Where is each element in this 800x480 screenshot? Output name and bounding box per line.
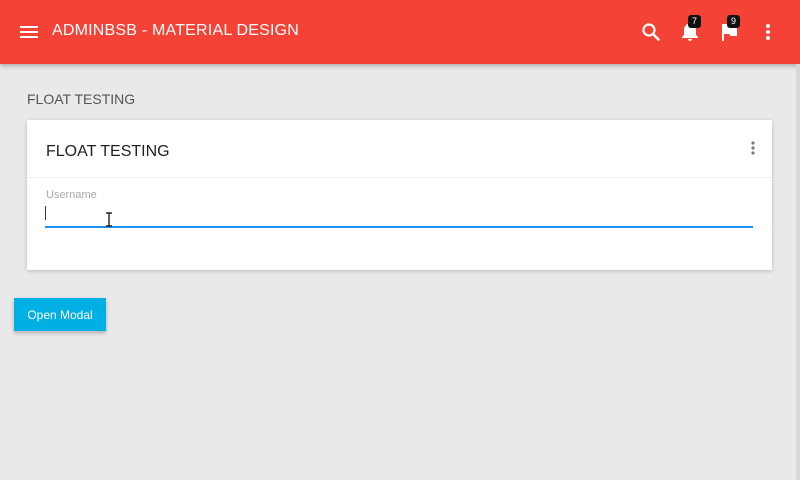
tasks-button[interactable]: 9 — [717, 15, 741, 44]
top-navbar: ADMINBSB - MATERIAL DESIGN 7 9 — [0, 0, 800, 64]
card-title: FLOAT TESTING — [46, 143, 170, 160]
notifications-button[interactable]: 7 — [678, 15, 702, 44]
text-caret — [45, 206, 46, 220]
card-header: FLOAT TESTING — [27, 120, 772, 178]
search-icon[interactable] — [639, 20, 663, 44]
open-modal-button[interactable]: Open Modal — [14, 298, 106, 331]
hamburger-icon[interactable] — [20, 24, 38, 40]
brand-title[interactable]: ADMINBSB - MATERIAL DESIGN — [52, 22, 299, 40]
notification-count-badge: 7 — [688, 15, 701, 28]
username-label: Username — [46, 189, 97, 201]
page-heading: FLOAT TESTING — [27, 91, 136, 107]
more-vert-icon[interactable] — [756, 20, 780, 44]
text-cursor-icon — [106, 212, 112, 227]
card-more-vert-icon[interactable] — [748, 139, 758, 157]
float-testing-card: FLOAT TESTING Username — [27, 120, 772, 270]
username-input[interactable] — [45, 204, 753, 228]
page-scrollbar[interactable] — [796, 64, 800, 480]
task-count-badge: 9 — [727, 15, 740, 28]
